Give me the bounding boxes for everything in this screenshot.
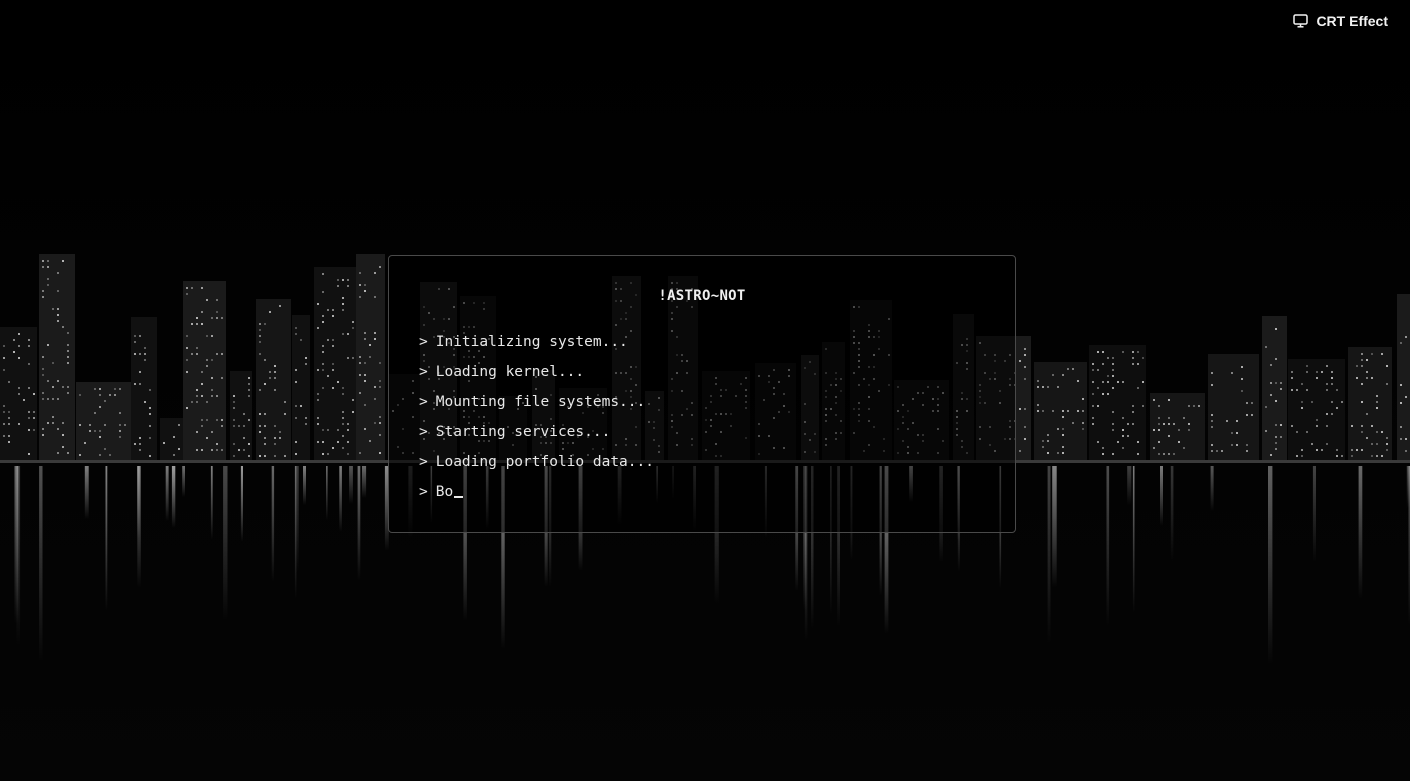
text-cursor: [454, 496, 464, 498]
boot-line-text: Mounting file systems...: [435, 394, 646, 410]
boot-line-text: Loading portfolio data...: [435, 454, 654, 470]
boot-line: > Initializing system...: [419, 332, 654, 362]
terminal-title: !ASTRO~NOT: [658, 288, 746, 304]
crt-effect-label: CRT Effect: [1316, 13, 1388, 29]
boot-line-text: Loading kernel...: [435, 364, 585, 380]
prompt-symbol: >: [419, 394, 428, 410]
boot-line: > Loading portfolio data...: [419, 452, 654, 482]
crt-effect-toggle[interactable]: CRT Effect: [1293, 13, 1388, 29]
prompt-symbol: >: [419, 424, 428, 440]
boot-terminal-window: !ASTRO~NOT > Initializing system... > Load…: [388, 255, 1016, 533]
monitor-icon: [1293, 14, 1309, 28]
boot-line: > Starting services...: [419, 422, 654, 452]
boot-line-current: > Bo: [419, 482, 654, 512]
boot-line-text: Starting services...: [435, 424, 611, 440]
prompt-symbol: >: [419, 364, 428, 380]
prompt-symbol: >: [419, 454, 428, 470]
boot-line-text: Initializing system...: [435, 334, 628, 350]
prompt-symbol: >: [419, 334, 428, 350]
boot-line-text: Bo: [435, 484, 454, 500]
boot-log: > Initializing system... > Loading kernel.…: [419, 332, 654, 512]
boot-line: > Loading kernel...: [419, 362, 654, 392]
prompt-symbol: >: [419, 484, 428, 500]
boot-line: > Mounting file systems...: [419, 392, 654, 422]
